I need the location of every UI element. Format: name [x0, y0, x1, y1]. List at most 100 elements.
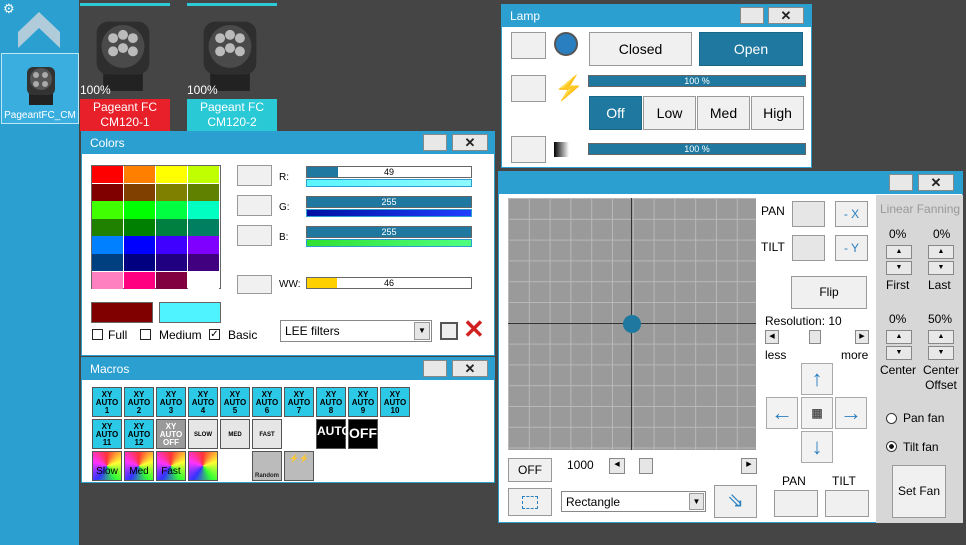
first-down-button[interactable]: ▼: [886, 261, 912, 275]
color-swatch[interactable]: [188, 271, 219, 289]
macro-off[interactable]: OFF: [348, 419, 378, 449]
r-button[interactable]: [237, 165, 272, 186]
macro-strobe-random[interactable]: Random: [252, 451, 282, 481]
shape-preview-icon[interactable]: [508, 488, 552, 516]
r-slider[interactable]: 49: [306, 166, 472, 178]
b-slider[interactable]: 255: [306, 226, 472, 238]
strobe-select-button[interactable]: [511, 75, 546, 102]
dimmer-select-button[interactable]: [511, 136, 546, 163]
color-swatch[interactable]: [156, 166, 187, 184]
macro-xy-auto-8[interactable]: XY AUTO 8: [316, 387, 346, 417]
speed-slider[interactable]: ◀ ▶: [609, 458, 757, 474]
pan-lock-icon[interactable]: [792, 201, 825, 227]
pan-fan-radio[interactable]: [886, 413, 897, 424]
macro-xy-auto-1[interactable]: XY AUTO 1: [92, 387, 122, 417]
full-checkbox[interactable]: [92, 329, 103, 340]
chevron-left-icon[interactable]: ◀: [765, 330, 779, 344]
arrow-left-icon[interactable]: ←: [766, 397, 798, 429]
arrow-down-icon[interactable]: ↓: [801, 431, 833, 463]
set-fan-button[interactable]: Set Fan: [892, 465, 946, 518]
xy-pad-cursor[interactable]: [623, 315, 641, 333]
macro-speed-slow[interactable]: SLOW: [188, 419, 218, 449]
color-swatch[interactable]: [156, 201, 187, 219]
macro-xy-auto-5[interactable]: XY AUTO 5: [220, 387, 250, 417]
power-high-button[interactable]: High: [751, 96, 804, 130]
lock-icon[interactable]: [423, 134, 447, 151]
ww-button[interactable]: [237, 275, 272, 294]
lock-icon[interactable]: [423, 360, 447, 377]
macro-xy-auto-2[interactable]: XY AUTO 2: [124, 387, 154, 417]
dimmer-slider[interactable]: 100 %: [588, 143, 806, 155]
tilt-lock-icon[interactable]: [792, 235, 825, 261]
filter-select[interactable]: LEE filters ▼: [280, 320, 432, 342]
g-slider[interactable]: 255: [306, 196, 472, 208]
close-icon[interactable]: ✕: [452, 360, 488, 377]
color-swatch[interactable]: [124, 254, 155, 272]
color-swatch[interactable]: [156, 218, 187, 237]
invert-x-button[interactable]: - X: [835, 201, 868, 227]
macro-xy-auto-10[interactable]: XY AUTO 10: [380, 387, 410, 417]
basic-checkbox[interactable]: ✓: [209, 329, 220, 340]
color-swatch[interactable]: [124, 166, 155, 184]
chevron-down-icon[interactable]: ▼: [689, 493, 704, 510]
color-swatch[interactable]: [124, 236, 155, 254]
color-palette[interactable]: [91, 165, 221, 289]
gear-icon[interactable]: ⚙: [3, 2, 15, 15]
ww-slider[interactable]: 46: [306, 277, 472, 289]
macro-xy-auto-3[interactable]: XY AUTO 3: [156, 387, 186, 417]
macro-xy-auto-6[interactable]: XY AUTO 6: [252, 387, 282, 417]
color-swatch[interactable]: [188, 254, 219, 272]
chevron-down-icon[interactable]: ▼: [414, 322, 430, 340]
chevron-right-icon[interactable]: ▶: [741, 458, 757, 474]
medium-checkbox[interactable]: [140, 329, 151, 340]
fixture-2[interactable]: 100% Pageant FC CM120-2: [187, 3, 277, 131]
color-swatch[interactable]: [92, 236, 123, 254]
macro-xy-auto-4[interactable]: XY AUTO 4: [188, 387, 218, 417]
offset-down-button[interactable]: ▼: [928, 346, 954, 360]
color-swatch[interactable]: [188, 183, 219, 201]
g-button[interactable]: [237, 195, 272, 216]
power-off-button[interactable]: Off: [589, 96, 642, 130]
color-swatch[interactable]: [156, 183, 187, 201]
apply-shape-icon[interactable]: ⇘: [714, 485, 757, 518]
center-down-button[interactable]: ▼: [886, 346, 912, 360]
flip-button[interactable]: Flip: [791, 276, 867, 309]
closed-button[interactable]: Closed: [589, 32, 692, 66]
macro-auto[interactable]: AUTO: [316, 419, 351, 449]
shape-select[interactable]: Rectangle ▼: [561, 491, 706, 512]
fixture-1[interactable]: 100% Pageant FC CM120-1: [80, 3, 170, 131]
macro-strobe-icon[interactable]: ⚡⚡: [284, 451, 314, 481]
chevron-up-icon[interactable]: [16, 10, 62, 50]
last-up-button[interactable]: ▲: [928, 245, 954, 259]
invert-y-button[interactable]: - Y: [835, 235, 868, 261]
first-up-button[interactable]: ▲: [886, 245, 912, 259]
color-swatch[interactable]: [156, 254, 187, 272]
color-swatch[interactable]: [92, 254, 123, 272]
color-swatch[interactable]: [92, 218, 123, 237]
color-swatch[interactable]: [188, 201, 219, 219]
xy-pad[interactable]: [508, 198, 756, 450]
last-down-button[interactable]: ▼: [928, 261, 954, 275]
color-swatch[interactable]: [92, 183, 123, 201]
macro-xy-auto-off[interactable]: XY AUTO OFF: [156, 419, 186, 449]
macro-color-med[interactable]: Med: [124, 451, 154, 481]
shutter-select-button[interactable]: [511, 32, 546, 59]
color-swatch[interactable]: [188, 218, 219, 237]
tilt-value-button[interactable]: [825, 490, 869, 517]
strobe-slider[interactable]: 100 %: [588, 75, 806, 87]
pan-value-button[interactable]: [774, 490, 818, 517]
center-up-button[interactable]: ▲: [886, 330, 912, 344]
macro-speed-fast[interactable]: FAST: [252, 419, 282, 449]
color-swatch[interactable]: [156, 236, 187, 254]
color-swatch[interactable]: [156, 271, 187, 289]
color-swatch[interactable]: [92, 201, 123, 219]
speed-thumb[interactable]: [639, 458, 653, 474]
macro-xy-auto-12[interactable]: XY AUTO 12: [124, 419, 154, 449]
macro-color-slow[interactable]: Slow: [92, 451, 122, 481]
macro-xy-auto-11[interactable]: XY AUTO 11: [92, 419, 122, 449]
macro-xy-auto-9[interactable]: XY AUTO 9: [348, 387, 378, 417]
close-icon[interactable]: ✕: [918, 174, 954, 191]
offset-up-button[interactable]: ▲: [928, 330, 954, 344]
effect-off-button[interactable]: OFF: [508, 458, 552, 482]
b-button[interactable]: [237, 225, 272, 246]
